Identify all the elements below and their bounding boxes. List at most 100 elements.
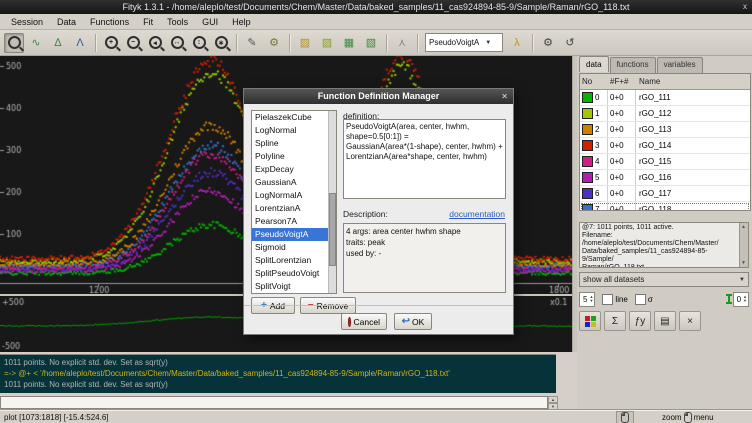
dataset-color-swatch[interactable] bbox=[582, 204, 593, 211]
load-data-icon[interactable]: ▨ bbox=[295, 33, 315, 53]
palette-grid-icon[interactable] bbox=[579, 311, 601, 331]
zoom-y-auto-icon[interactable]: ↕ bbox=[189, 33, 209, 53]
dataset-color-swatch[interactable] bbox=[582, 156, 593, 167]
dataset-color-swatch[interactable] bbox=[582, 124, 593, 135]
add-peak-mode-icon[interactable]: ∆ bbox=[48, 33, 68, 53]
append-data-icon[interactable]: ▨ bbox=[317, 33, 337, 53]
delete-icon[interactable]: × bbox=[679, 311, 701, 331]
table-row[interactable]: 40+0rGO_115 bbox=[580, 154, 750, 170]
add-function-icon[interactable]: λ bbox=[507, 33, 527, 53]
dataset-color-swatch[interactable] bbox=[582, 172, 593, 183]
window-titlebar[interactable]: Fityk 1.3.1 - /home/aleplo/test/Document… bbox=[0, 0, 752, 14]
function-type-item[interactable]: Sigmoid bbox=[252, 241, 336, 254]
function-type-item[interactable]: LogNormalA bbox=[252, 189, 336, 202]
ok-button[interactable]: ↩OK bbox=[394, 313, 432, 330]
command-input[interactable] bbox=[0, 396, 548, 409]
scrollbar-thumb[interactable] bbox=[329, 193, 336, 266]
tab-functions[interactable]: functions bbox=[610, 57, 656, 73]
history-up-icon: ▲ bbox=[548, 396, 558, 403]
function-type-item[interactable]: Polyline bbox=[252, 150, 336, 163]
function-type-item[interactable]: Spline bbox=[252, 137, 336, 150]
function-type-item[interactable]: PielaszekCube bbox=[252, 111, 336, 124]
stepper-arrows-icon[interactable]: ▲▼ bbox=[589, 295, 593, 303]
table-row[interactable]: 00+0rGO_111 bbox=[580, 90, 750, 106]
transform-data-icon[interactable]: ▧ bbox=[361, 33, 381, 53]
function-type-item[interactable]: PseudoVoigtA bbox=[252, 228, 336, 241]
zoom-mode-icon[interactable] bbox=[4, 33, 24, 53]
dataset-color-swatch[interactable] bbox=[582, 108, 593, 119]
activate-data-mode-icon[interactable]: Λ bbox=[70, 33, 90, 53]
function-type-item[interactable]: LorentzianA bbox=[252, 202, 336, 215]
menu-item-help[interactable]: Help bbox=[225, 16, 258, 28]
sigma-checkbox[interactable] bbox=[635, 294, 646, 305]
toolbar-separator bbox=[289, 34, 290, 52]
data-range-mode-icon[interactable]: ∿ bbox=[26, 33, 46, 53]
chevron-down-icon: ▼ bbox=[485, 40, 491, 46]
menu-item-functions[interactable]: Functions bbox=[83, 16, 136, 28]
dialog-title: Function Definition Manager bbox=[318, 91, 440, 101]
menu-item-fit[interactable]: Fit bbox=[136, 16, 160, 28]
zoom-in-icon[interactable]: + bbox=[101, 33, 121, 53]
description-label: Description: bbox=[343, 209, 388, 219]
input-history-spinner[interactable]: ▲▼ bbox=[548, 396, 558, 409]
fit-undo-icon[interactable]: ↺ bbox=[560, 33, 580, 53]
documentation-link[interactable]: documentation bbox=[449, 209, 505, 219]
zoom-all-icon[interactable]: ∗ bbox=[211, 33, 231, 53]
list-scrollbar[interactable] bbox=[328, 111, 336, 293]
history-down-icon: ▼ bbox=[548, 403, 558, 410]
cancel-button[interactable]: Cancel bbox=[341, 313, 387, 330]
dataset-color-swatch[interactable] bbox=[582, 140, 593, 151]
function-type-select[interactable]: PseudoVoigtA ▼ bbox=[425, 33, 503, 52]
dataset-info-text: @7: 1011 points, 1011 active.Filename: /… bbox=[582, 224, 738, 268]
menu-item-data[interactable]: Data bbox=[50, 16, 83, 28]
table-row[interactable]: 10+0rGO_112 bbox=[580, 106, 750, 122]
find-peak-icon[interactable]: ⋏ bbox=[392, 33, 412, 53]
menu-item-session[interactable]: Session bbox=[4, 16, 50, 28]
menubar: SessionDataFunctionsFitToolsGUIHelp bbox=[0, 14, 752, 30]
function-type-item[interactable]: ExpDecay bbox=[252, 163, 336, 176]
edit-data-icon[interactable]: ▦ bbox=[339, 33, 359, 53]
definition-textarea[interactable]: PseudoVoigtA(area, center, hwhm, shape=0… bbox=[343, 119, 506, 199]
table-row[interactable]: 30+0rGO_114 bbox=[580, 138, 750, 154]
info-scrollbar[interactable] bbox=[739, 223, 748, 267]
menu-item-gui[interactable]: GUI bbox=[195, 16, 225, 28]
function-type-item[interactable]: SplitLorentzian bbox=[252, 254, 336, 267]
zoom-out-icon[interactable]: − bbox=[123, 33, 143, 53]
zoom-x-auto-icon[interactable]: ↔ bbox=[167, 33, 187, 53]
dialog-close-icon[interactable]: ✕ bbox=[501, 89, 508, 104]
table-row[interactable]: 50+0rGO_116 bbox=[580, 170, 750, 186]
show-sum-icon[interactable]: ▤ bbox=[654, 311, 676, 331]
window-close-icon[interactable]: x bbox=[743, 0, 747, 14]
function-type-list[interactable]: PielaszekCubeLogNormalSplinePolylineExpD… bbox=[251, 110, 337, 294]
table-row[interactable]: 20+0rGO_113 bbox=[580, 122, 750, 138]
function-type-item[interactable]: SplitPseudoVoigt bbox=[252, 267, 336, 280]
tab-data[interactable]: data bbox=[579, 56, 609, 72]
dataset-filter-select[interactable]: show all datasets ▼ bbox=[579, 272, 749, 287]
zoom-prev-icon[interactable]: ◂ bbox=[145, 33, 165, 53]
run-script-icon[interactable]: ⚙ bbox=[264, 33, 284, 53]
sum-functions-icon[interactable]: Σ bbox=[604, 311, 626, 331]
shirt-stepper[interactable]: 0 ▲▼ bbox=[733, 292, 749, 307]
table-row[interactable]: 60+0rGO_117 bbox=[580, 186, 750, 202]
stepper-arrows-icon[interactable]: ▲▼ bbox=[743, 295, 747, 303]
table-row[interactable]: 70+0rGO_118 bbox=[580, 202, 750, 211]
function-type-item[interactable]: LogNormal bbox=[252, 124, 336, 137]
toolbar-separator bbox=[236, 34, 237, 52]
dataset-color-swatch[interactable] bbox=[582, 188, 593, 199]
ok-icon: ↩ bbox=[402, 316, 410, 327]
toolbar-separator bbox=[386, 34, 387, 52]
edit-script-icon[interactable]: ✎ bbox=[242, 33, 262, 53]
fit-run-icon[interactable]: ⚙ bbox=[538, 33, 558, 53]
tab-variables[interactable]: variables bbox=[657, 57, 703, 73]
function-type-item[interactable]: Pearson7A bbox=[252, 215, 336, 228]
menu-item-tools[interactable]: Tools bbox=[160, 16, 195, 28]
line-checkbox[interactable] bbox=[602, 294, 613, 305]
dialog-titlebar[interactable]: Function Definition Manager ✕ bbox=[244, 89, 513, 104]
function-type-item[interactable]: SplitVoigt bbox=[252, 280, 336, 293]
function-type-item[interactable]: GaussianA bbox=[252, 176, 336, 189]
point-size-stepper[interactable]: 5 ▲▼ bbox=[579, 292, 595, 307]
mouse-mode-button[interactable] bbox=[616, 411, 634, 423]
console-output[interactable]: 1011 points. No explicit std. dev. Set a… bbox=[0, 354, 556, 393]
dataset-color-swatch[interactable] bbox=[582, 92, 593, 103]
function-of-y-icon[interactable]: ƒy bbox=[629, 311, 651, 331]
